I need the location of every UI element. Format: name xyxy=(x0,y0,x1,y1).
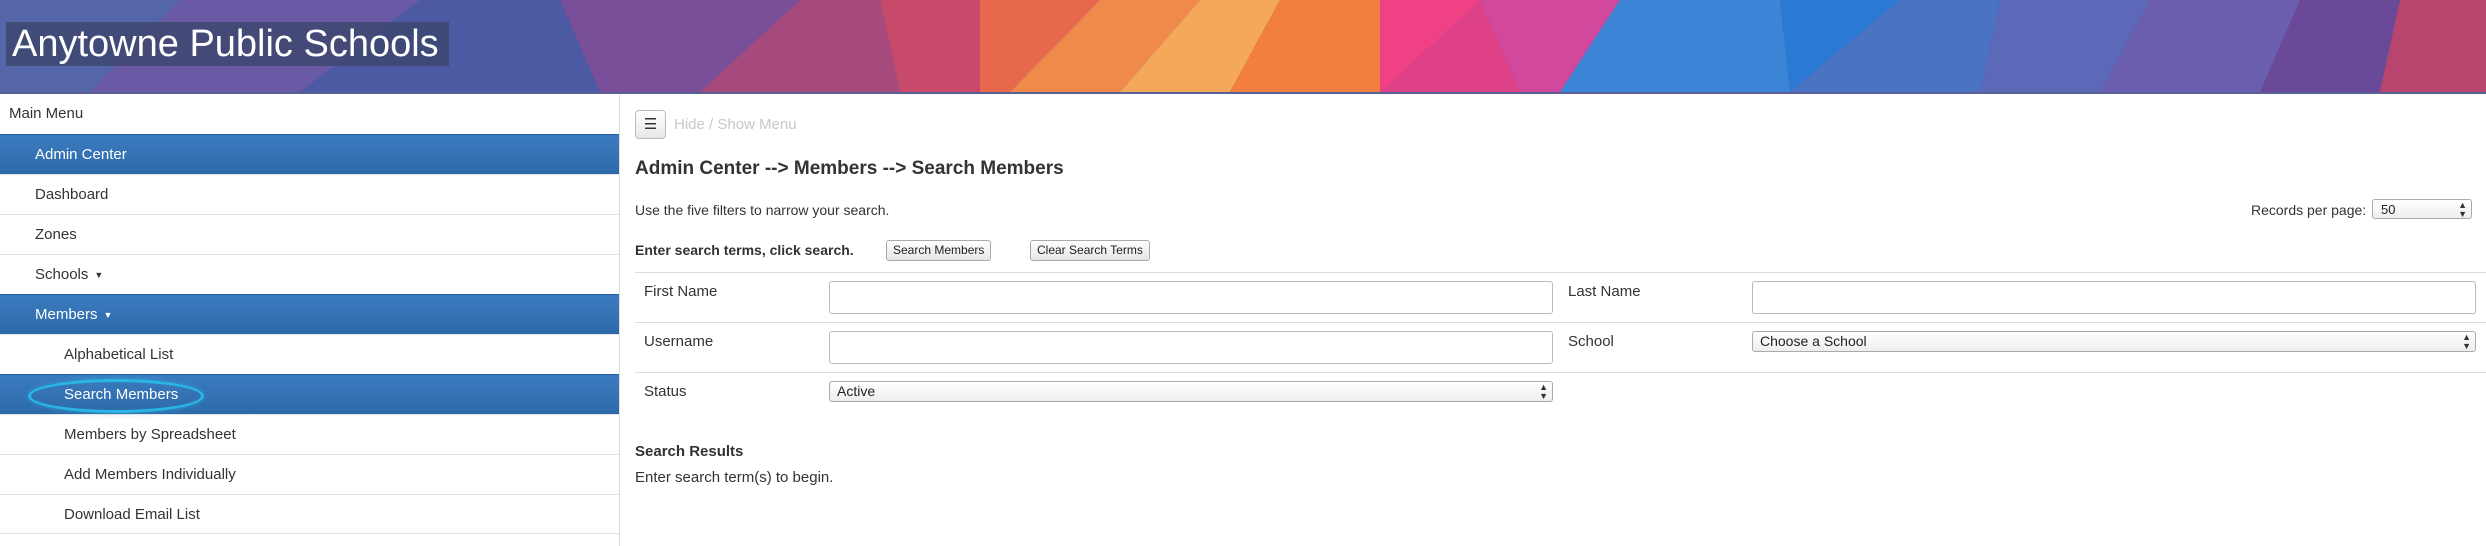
select-arrows-icon: ▲ ▼ xyxy=(2462,332,2471,351)
records-per-page-label: Records per page: xyxy=(2251,202,2367,218)
search-members-button[interactable]: Search Members xyxy=(886,240,992,261)
caret-down-icon: ▼ xyxy=(103,310,113,321)
sidebar-item-alphabetical-list[interactable]: Alphabetical List xyxy=(0,334,619,374)
highlight-ring xyxy=(28,379,204,413)
status-select-value: Active xyxy=(837,383,876,399)
instructions-text: Use the five filters to narrow your sear… xyxy=(635,202,890,218)
sidebar-item-dashboard[interactable]: Dashboard xyxy=(0,174,619,214)
sidebar-item-add-members-individually[interactable]: Add Members Individually xyxy=(0,454,619,494)
hamburger-icon: ☰ xyxy=(643,116,658,133)
school-select[interactable]: Choose a School ▲ ▼ xyxy=(1752,331,2476,352)
sidebar-item-label: Members xyxy=(35,306,98,323)
menu-heading: Main Menu xyxy=(9,105,84,122)
sidebar-item-search-members[interactable]: Search Members xyxy=(0,374,619,414)
sidebar-item-admin-center[interactable]: Admin Center xyxy=(0,134,619,174)
filter-row: Username School Choose a School ▲ ▼ xyxy=(635,323,2486,373)
last-name-label: Last Name xyxy=(1568,283,1641,300)
status-label: Status xyxy=(644,383,687,400)
search-terms-label: Enter search terms, click search. xyxy=(635,242,854,258)
status-select[interactable]: Active ▲ ▼ xyxy=(829,381,1553,402)
select-arrows-icon: ▲ ▼ xyxy=(2458,200,2467,219)
caret-down-icon: ▼ xyxy=(94,270,104,281)
filter-table: First Name Last Name Username School Cho… xyxy=(635,272,2486,423)
sidebar-item-label: Schools xyxy=(35,266,89,283)
username-input[interactable] xyxy=(829,331,1553,364)
search-results-text: Enter search term(s) to begin. xyxy=(635,469,834,486)
school-select-value: Choose a School xyxy=(1760,333,1867,349)
filter-row: First Name Last Name xyxy=(635,273,2486,323)
search-results-heading: Search Results xyxy=(635,443,744,460)
school-title: Anytowne Public Schools xyxy=(6,22,449,66)
header-banner: Anytowne Public Schools xyxy=(0,0,2486,92)
sidebar-item-schools[interactable]: Schools ▼ xyxy=(0,254,619,294)
first-name-input[interactable] xyxy=(829,281,1553,314)
page-title: Admin Center --> Members --> Search Memb… xyxy=(635,158,1064,179)
records-per-page-select[interactable]: 50 ▲ ▼ xyxy=(2372,199,2472,219)
sidebar-item-label: Members by Spreadsheet xyxy=(64,426,236,443)
menu-toggle-label[interactable]: Hide / Show Menu xyxy=(674,116,797,133)
sidebar-item-label: Zones xyxy=(35,226,77,243)
sidebar-item-label: Download Email List xyxy=(64,506,200,523)
sidebar-item-label: Dashboard xyxy=(35,186,109,203)
sidebar-item-members[interactable]: Members ▼ xyxy=(0,294,619,334)
main-content: ☰ Hide / Show Menu Admin Center --> Memb… xyxy=(620,94,2486,546)
sidebar-item-zones[interactable]: Zones xyxy=(0,214,619,254)
sidebar-item-label: Add Members Individually xyxy=(64,466,236,483)
sidebar-item-download-email-list[interactable]: Download Email List xyxy=(0,494,619,534)
filter-row: Status Active ▲ ▼ xyxy=(635,373,2486,423)
first-name-label: First Name xyxy=(644,283,718,300)
clear-search-terms-button[interactable]: Clear Search Terms xyxy=(1030,240,1150,261)
sidebar-item-members-by-spreadsheet[interactable]: Members by Spreadsheet xyxy=(0,414,619,454)
records-per-page-value: 50 xyxy=(2381,202,2396,217)
sidebar-item-label: Alphabetical List xyxy=(64,346,174,363)
sidebar-menu: Main Menu Admin Center Dashboard Zones S… xyxy=(0,94,620,546)
select-arrows-icon: ▲ ▼ xyxy=(1539,382,1548,401)
last-name-input[interactable] xyxy=(1752,281,2476,314)
sidebar-item-label: Admin Center xyxy=(35,146,127,163)
menu-toggle-button[interactable]: ☰ xyxy=(635,110,666,139)
school-label: School xyxy=(1568,333,1614,350)
username-label: Username xyxy=(644,333,714,350)
